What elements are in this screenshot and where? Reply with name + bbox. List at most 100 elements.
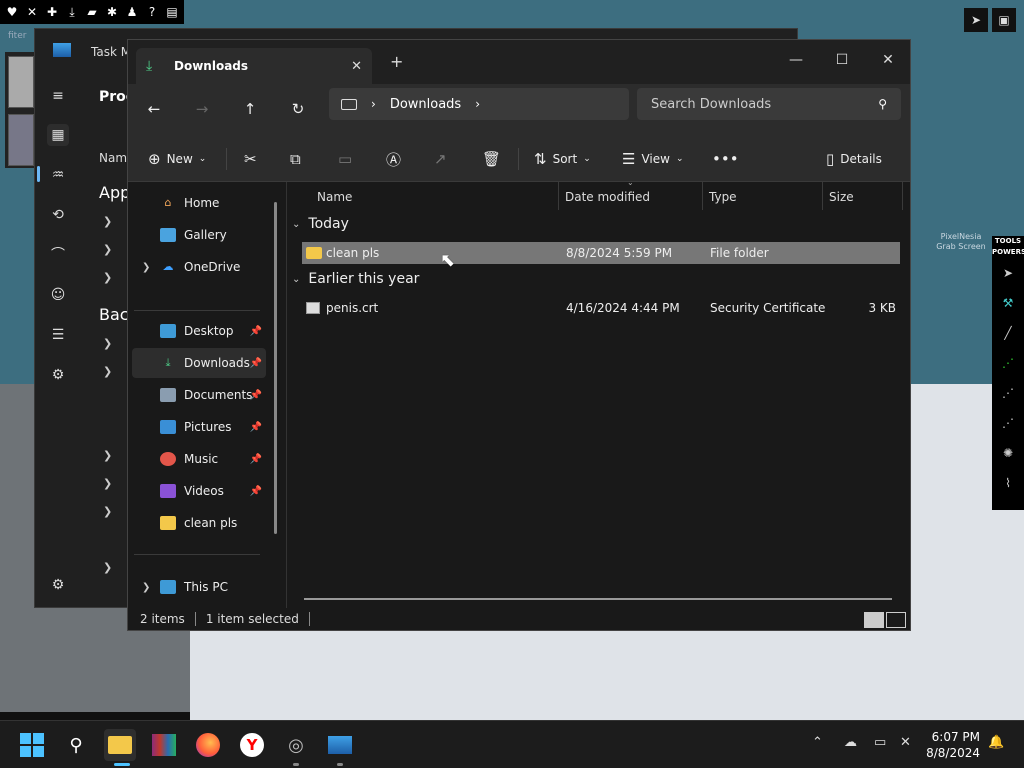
pin-icon[interactable]: 📌 [250,390,262,401]
flask-icon[interactable]: ♟ [122,5,142,19]
chevron-right-icon[interactable]: ❯ [103,365,112,378]
chevron-right-icon[interactable]: ❯ [103,215,112,228]
tool-icon[interactable]: ⚒ [992,288,1024,318]
tool-icon[interactable]: ⋰ [992,408,1024,438]
close-button[interactable]: ✕ [865,46,911,74]
save-icon[interactable]: ▤ [162,5,182,19]
volume-muted-icon[interactable]: ✕ [900,735,911,750]
taskbar-file-explorer[interactable] [104,729,136,761]
cut-button[interactable]: ✂ [244,144,257,174]
tab-downloads[interactable]: ⤓ Downloads ✕ [136,48,372,84]
delete-button[interactable]: 🗑 [482,144,501,174]
tool-icon[interactable]: ✺ [992,438,1024,468]
startup-icon[interactable]: ⌒ [47,244,69,266]
clock[interactable]: 6:07 PM 8/8/2024 [918,729,980,761]
pin-icon[interactable]: 📌 [250,486,262,497]
tool-icon[interactable]: ╱ [992,318,1024,348]
notification-bell-icon[interactable]: 🔔 [988,735,1004,750]
file-row[interactable]: clean pls 8/8/2024 5:59 PM File folder [302,242,900,264]
paste-button[interactable]: ▭ [338,144,352,174]
search-button[interactable]: ⚲ [60,729,92,761]
figure-thumbnail[interactable] [8,56,34,108]
rename-button[interactable]: Ⓐ [386,144,401,174]
chevron-right-icon[interactable]: ❯ [142,262,150,273]
chevron-right-icon[interactable]: › [371,97,376,111]
start-button[interactable] [16,729,48,761]
pin-icon[interactable]: 📌 [250,454,262,465]
maximize-button[interactable]: ☐ [819,46,865,74]
nav-item-documents[interactable]: Documents 📌 [132,380,266,410]
pin-icon[interactable]: 📌 [250,358,262,369]
chevron-right-icon[interactable]: ❯ [103,337,112,350]
taskbar-task-manager[interactable] [324,729,356,761]
details-button[interactable]: ▯ Details [826,144,882,174]
chevron-right-icon[interactable]: ❯ [103,271,112,284]
chevron-right-icon[interactable]: ❯ [103,449,112,462]
nav-item-videos[interactable]: Videos 📌 [132,476,266,506]
nav-item-music[interactable]: Music 📌 [132,444,266,474]
settings-icon[interactable]: ⚙ [47,574,69,596]
column-header-date[interactable]: Date modified [565,190,650,204]
hamburger-icon[interactable]: ≡ [47,85,69,107]
cursor-icon[interactable]: ➤ [964,8,988,32]
chevron-right-icon[interactable]: ❯ [142,582,150,593]
details-icon[interactable]: ☰ [47,324,69,346]
pointer-icon[interactable]: ➤ [992,258,1024,288]
more-button[interactable]: ••• [712,144,739,174]
nav-item-home[interactable]: ⌂ Home [132,188,266,218]
chevron-right-icon[interactable]: ❯ [103,477,112,490]
chevron-right-icon[interactable]: ❯ [103,243,112,256]
breadcrumb-downloads[interactable]: Downloads [390,97,461,112]
tool-icon[interactable]: ⋰ [992,348,1024,378]
group-header-earlier[interactable]: ⌄ Earlier this year [292,271,419,287]
horizontal-scrollbar[interactable] [304,598,892,600]
name-column-header[interactable]: Nam [99,151,127,165]
copy-button[interactable]: ⧉ [290,144,301,174]
column-divider[interactable] [902,182,903,210]
minimize-button[interactable]: — [773,46,819,74]
forward-button[interactable]: → [189,96,215,122]
column-header-name[interactable]: Name [317,190,352,204]
nav-item-downloads[interactable]: ⤓ Downloads 📌 [132,348,266,378]
taskbar-winrar[interactable] [148,729,180,761]
nav-scrollbar[interactable] [274,202,277,534]
help-icon[interactable]: ? [142,5,162,19]
chevron-right-icon[interactable]: ❯ [103,505,112,518]
pane-divider[interactable] [286,182,287,608]
performance-icon[interactable]: ♒ [47,164,69,186]
tiles-view-button[interactable] [886,612,906,628]
network-icon[interactable]: ▭ [874,735,886,750]
move-icon[interactable]: ✚ [42,5,62,19]
close-icon[interactable]: ✕ [22,5,42,19]
figure-thumbnail[interactable] [8,114,34,166]
close-tab-icon[interactable]: ✕ [351,59,362,74]
column-divider[interactable] [702,182,703,210]
back-button[interactable]: ← [141,96,167,122]
share-button[interactable]: ↗ [434,144,447,174]
nav-item-onedrive[interactable]: ❯ ☁ OneDrive [132,252,266,282]
car-icon[interactable]: ▰ [82,5,102,19]
nav-item-desktop[interactable]: Desktop 📌 [132,316,266,346]
details-view-button[interactable] [864,612,884,628]
heart-icon[interactable]: ♥ [2,5,22,19]
history-icon[interactable]: ⟲ [47,204,69,226]
new-tab-button[interactable]: + [390,52,403,71]
pin-icon[interactable]: 📌 [250,422,262,433]
chevron-right-icon[interactable]: › [475,97,480,111]
download-icon[interactable]: ⤓ [62,5,82,20]
users-icon[interactable]: ☺ [47,284,69,306]
chevron-right-icon[interactable]: ❯ [103,561,112,574]
taskbar-yandex[interactable]: Y [236,729,268,761]
processes-icon[interactable]: ▦ [47,124,69,146]
taskbar-firefox[interactable] [192,729,224,761]
monitor-icon[interactable]: ▣ [992,8,1016,32]
view-button[interactable]: ☰ View ⌄ [622,144,683,174]
search-input[interactable]: Search Downloads ⚲ [637,88,901,120]
gear-icon[interactable]: ✱ [102,5,122,19]
taskbar-app-circle[interactable]: ◎ [280,729,312,761]
refresh-button[interactable]: ↻ [285,96,311,122]
nav-item-this-pc[interactable]: ❯ This PC [132,572,266,602]
address-bar[interactable]: › Downloads › [329,88,629,120]
pin-icon[interactable]: 📌 [250,326,262,337]
chevron-up-icon[interactable]: ⌃ [812,735,823,750]
